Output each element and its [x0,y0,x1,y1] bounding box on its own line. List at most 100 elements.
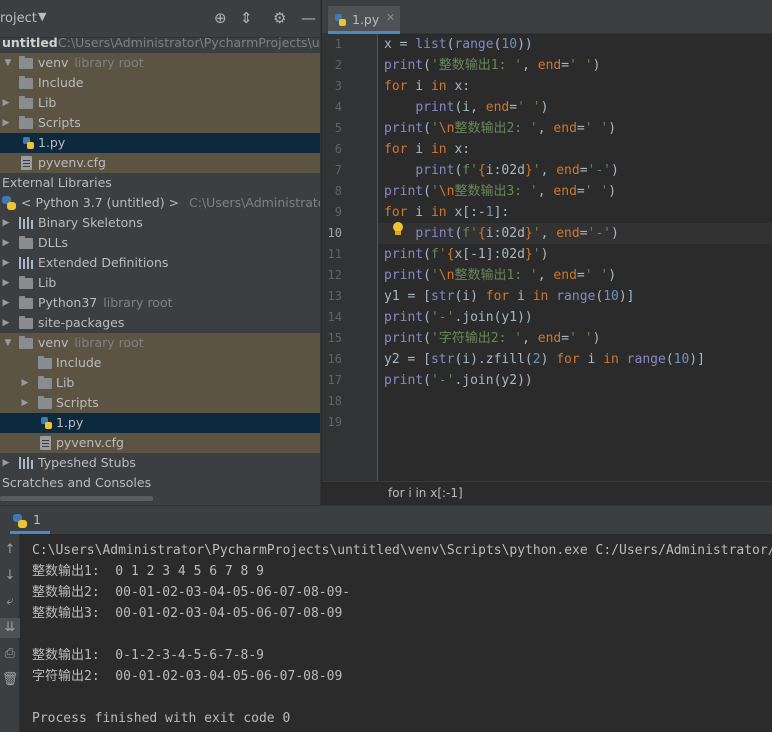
chevron-right-icon[interactable]: ▶ [0,213,12,233]
tree-item-lib[interactable]: ▶ Lib [0,273,320,293]
chevron-right-icon[interactable]: ▶ [19,373,31,393]
code-line: print('-'.join(y1)) [378,307,772,328]
tree-item-label: Lib [38,275,57,290]
tree-item-label: Lib [56,375,75,390]
code-line: for i in x: [378,76,772,97]
scroll-to-end-icon[interactable]: ⇊ [0,618,20,638]
tree-item-label: Extended Definitions [38,255,169,270]
arrow-up-icon[interactable]: ↑ [0,540,20,560]
chevron-down-icon[interactable]: ▼ [2,333,14,353]
folder-icon [37,356,53,370]
code-line-text: print('-'.join(y1)) [384,310,533,325]
run-header: 1 [0,506,772,534]
tree-item-dlls[interactable]: ▶ DLLs [0,233,320,253]
tree-item-pyvenv-cfg[interactable]: pyvenv.cfg [0,153,320,173]
gear-icon[interactable]: ⚙ [273,8,286,28]
folder-icon [18,236,34,250]
project-title[interactable]: roject [0,11,37,26]
lightbulb-icon[interactable] [392,222,404,238]
chevron-down-icon[interactable]: ▼ [2,53,14,73]
tree-item-pyvenv-cfg[interactable]: pyvenv.cfg [0,433,320,453]
code-line-text: print('\n整数输出2: ', end=' ') [384,121,617,136]
console-line: 整数输出1: 0-1-2-3-4-5-6-7-8-9 [32,648,265,663]
code-editor[interactable]: x = list(range(10)) print('整数输出1: ', end=… [378,34,772,481]
folder-icon [37,376,53,390]
config-file-icon [18,156,34,170]
tree-item-include[interactable]: Include [0,353,320,373]
chevron-right-icon[interactable]: ▶ [0,233,12,253]
tree-item-scripts[interactable]: ▶ Scripts [0,113,320,133]
tree-item-1py[interactable]: 1.py [0,413,320,433]
crosshair-icon[interactable]: ⊕ [214,8,227,28]
chevron-right-icon[interactable]: ▶ [0,273,12,293]
tree-item-external-libraries[interactable]: External Libraries [0,173,320,193]
trash-icon[interactable]: 🗑 [0,670,20,690]
horizontal-scrollbar[interactable] [0,496,153,501]
tree-item-untitled[interactable]: untitled C:\Users\Administrator\PycharmP… [0,33,320,53]
console-output[interactable]: C:\Users\Administrator\PycharmProjects\u… [32,534,772,732]
code-line: for i in x[:-1]: [378,202,772,223]
chevron-right-icon[interactable]: ▶ [0,313,12,333]
code-line-text: print('\n整数输出1: ', end=' ') [384,268,617,283]
folder-icon [18,96,34,110]
library-icon [18,456,34,470]
tree-item-label: Binary Skeletons [38,215,143,230]
minimize-icon[interactable]: — [301,8,316,28]
run-tab[interactable]: 1 [10,509,50,534]
line-number: 1 [334,37,342,51]
collapse-icon[interactable]: ⇕ [240,8,253,28]
close-icon[interactable]: ✕ [386,11,395,24]
code-line: print('\n整数输出3: ', end=' ') [378,181,772,202]
console-line: Process finished with exit code 0 [32,711,291,726]
tree-item-venv[interactable]: ▼ venv library root [0,333,320,353]
line-number: 4 [334,100,342,114]
soft-wrap-icon[interactable]: ⤶ [0,592,20,612]
console-line: 整数输出1: 0 1 2 3 4 5 6 7 8 9 [32,564,265,579]
tree-item-label: 1.py [38,135,66,150]
tree-item-scripts[interactable]: ▶ Scripts [0,393,320,413]
library-root-tag: library root [74,55,144,70]
chevron-right-icon[interactable]: ▶ [0,113,12,133]
tree-item-extended-definitions[interactable]: ▶ Extended Definitions [0,253,320,273]
code-line: x = list(range(10)) [378,34,772,55]
tree-item-python37[interactable]: ▶ Python37 library root [0,293,320,313]
code-line: y1 = [str(i) for i in range(10)] [378,286,772,307]
editor-tab-bar: 1.py ✕ [322,0,772,34]
tree-item-lib[interactable]: ▶ Lib [0,373,320,393]
tree-item-lib[interactable]: ▶ Lib [0,93,320,113]
code-line-text: print(f'{i:02d}', end='-') [415,226,619,241]
library-root-tag: library root [103,295,173,310]
chevron-right-icon[interactable]: ▶ [0,93,12,113]
print-icon[interactable]: ⎙ [0,644,20,664]
library-icon [18,256,34,270]
folder-icon [18,336,34,350]
chevron-right-icon[interactable]: ▶ [19,393,31,413]
tree-item-include[interactable]: Include [0,73,320,93]
tree-item-site-packages[interactable]: ▶ site-packages [0,313,320,333]
tree-item-python-sdk[interactable]: < Python 3.7 (untitled) > C:\Users\Admini… [0,193,320,213]
tree-item-scratches-consoles[interactable]: Scratches and Consoles [0,473,320,493]
tree-item-1py[interactable]: 1.py [0,133,320,153]
chevron-right-icon[interactable]: ▶ [0,453,12,473]
breadcrumb-bar: for i in x[:-1] [322,481,772,505]
tree-item-typeshed-stubs[interactable]: ▶ Typeshed Stubs [0,453,320,473]
console-line: 整数输出3: 00-01-02-03-04-05-06-07-08-09 [32,606,343,621]
config-file-icon [37,436,53,450]
folder-icon [18,296,34,310]
code-line: for i in x: [378,139,772,160]
code-line: print(f'{x[-1]:02d}') [378,244,772,265]
arrow-down-icon[interactable]: ↓ [0,566,20,586]
chevron-right-icon[interactable]: ▶ [0,253,12,273]
code-line: print('-'.join(y2)) [378,370,772,391]
python-file-icon [20,136,36,150]
breadcrumb[interactable]: for i in x[:-1] [388,486,463,500]
tree-item-venv[interactable]: ▼ venv library root [0,53,320,73]
editor-tab-1py[interactable]: 1.py ✕ [328,6,400,34]
folder-icon [18,316,34,330]
code-line-text: x = list(range(10)) [384,37,533,52]
chevron-right-icon[interactable]: ▶ [0,293,12,313]
chevron-down-icon[interactable]: ▼ [38,10,46,23]
run-tab-label: 1 [33,512,41,527]
tree-item-binary-skeletons[interactable]: ▶ Binary Skeletons [0,213,320,233]
